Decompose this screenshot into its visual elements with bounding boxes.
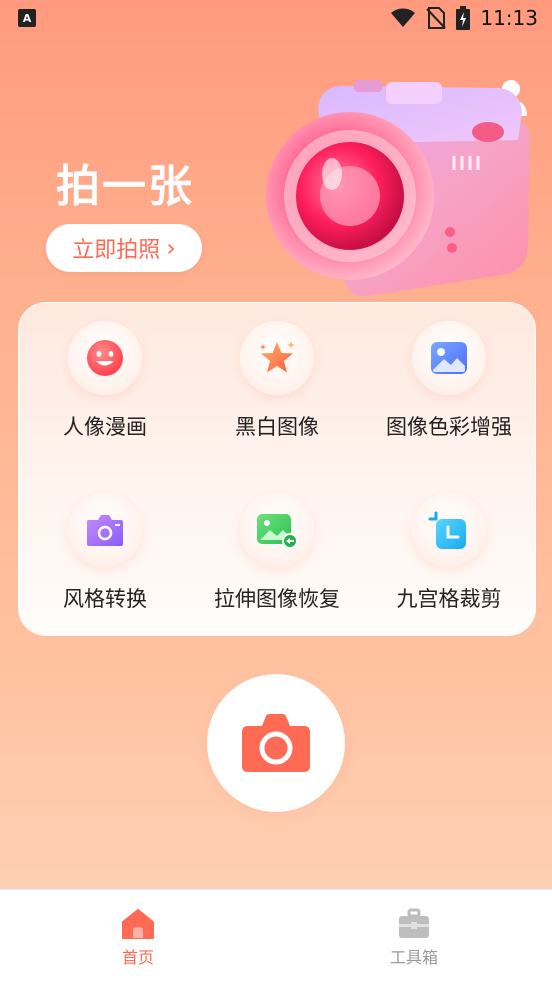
- crop-icon: [428, 511, 466, 549]
- feature-stretch-restore[interactable]: 拉伸图像恢复: [191, 475, 363, 625]
- camera-illustration: [266, 80, 530, 297]
- nav-home[interactable]: 首页: [78, 908, 198, 968]
- feature-icon-container: [412, 493, 486, 567]
- battery-charging-icon: [456, 6, 471, 30]
- feature-label: 图像色彩增强: [386, 415, 512, 439]
- status-bar: A 11:13: [0, 0, 552, 38]
- toolbox-icon: [399, 908, 429, 938]
- notification-icon: A: [18, 9, 36, 27]
- feature-label: 九宫格裁剪: [396, 587, 502, 611]
- feature-card: 人像漫画 黑白图像 图像色彩增强 风格转换 拉伸图像恢复 九宫格裁剪: [18, 302, 536, 636]
- nav-toolbox-label: 工具箱: [389, 948, 438, 967]
- feature-icon-container: [68, 493, 142, 567]
- feature-label: 人像漫画: [63, 415, 147, 439]
- feature-label: 拉伸图像恢复: [214, 587, 340, 611]
- nav-toolbox[interactable]: 工具箱: [354, 908, 474, 968]
- capture-button[interactable]: [207, 674, 345, 812]
- hero-title: 拍一张: [56, 161, 194, 212]
- star-icon: [260, 341, 295, 373]
- wifi-icon: [391, 8, 416, 27]
- feature-black-white[interactable]: 黑白图像: [191, 303, 363, 453]
- nav-home-label: 首页: [121, 948, 154, 967]
- feature-nine-grid-crop[interactable]: 九宫格裁剪: [363, 475, 535, 625]
- feature-style-transfer[interactable]: 风格转换: [19, 475, 191, 625]
- status-time: 11:13: [480, 6, 538, 30]
- feature-icon-container: [412, 321, 486, 395]
- feature-label: 黑白图像: [235, 415, 319, 439]
- home-icon: [122, 909, 154, 939]
- camera-icon: [242, 714, 310, 772]
- status-right: 11:13: [390, 6, 538, 30]
- chevron-right-icon: ›: [166, 234, 176, 262]
- feature-icon-container: [240, 321, 314, 395]
- picture-icon: [431, 342, 467, 374]
- feature-icon-container: [68, 321, 142, 395]
- take-photo-button[interactable]: 立即拍照 ›: [46, 224, 202, 272]
- smiley-face-icon: [87, 340, 123, 376]
- green-image-restore-icon: [257, 514, 298, 549]
- take-photo-label: 立即拍照: [72, 238, 161, 263]
- feature-icon-container: [240, 493, 314, 567]
- feature-label: 风格转换: [63, 587, 147, 611]
- purple-camera-icon: [87, 515, 123, 546]
- feature-portrait-cartoon[interactable]: 人像漫画: [19, 303, 191, 453]
- no-sim-icon: [426, 7, 447, 29]
- bottom-nav: 首页 工具箱: [0, 889, 552, 984]
- feature-color-enhance[interactable]: 图像色彩增强: [363, 303, 535, 453]
